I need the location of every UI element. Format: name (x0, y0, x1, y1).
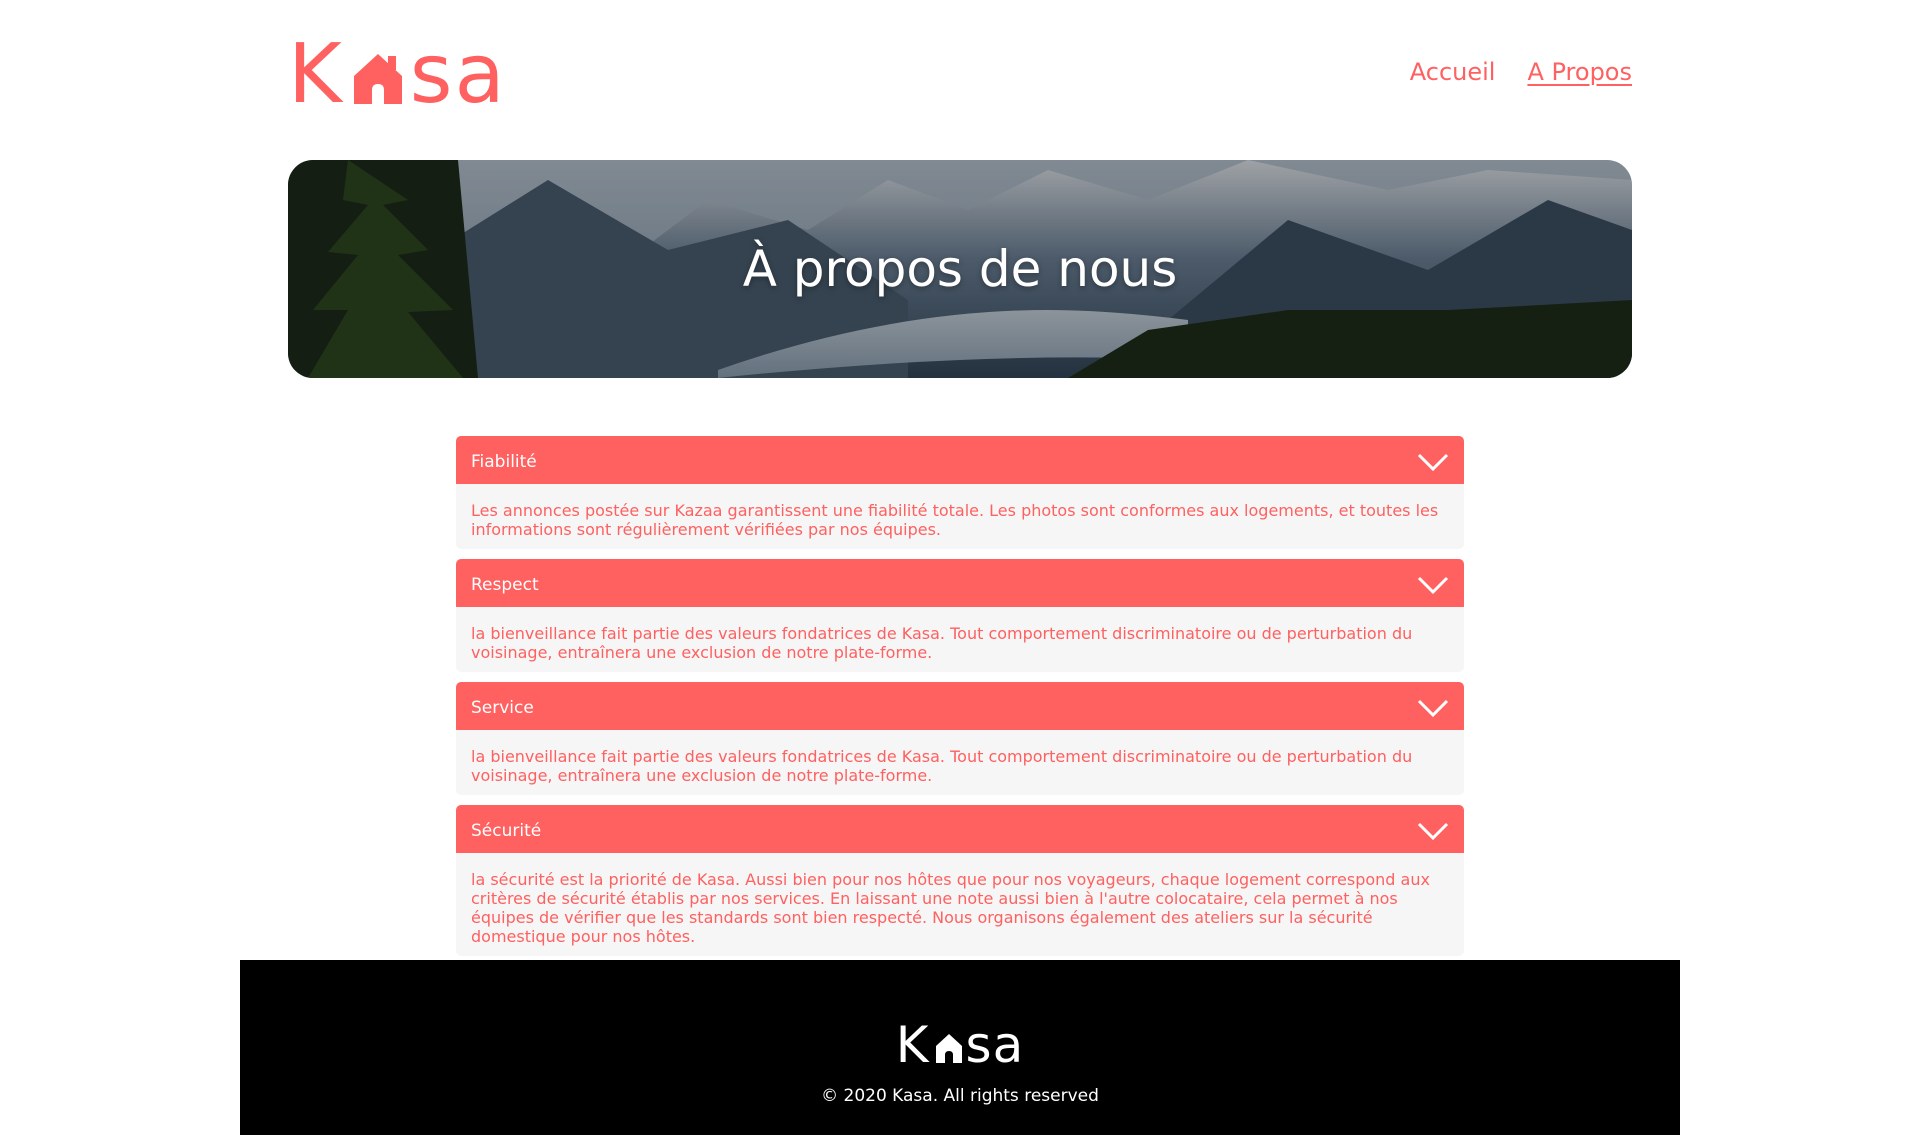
chevron-down-icon[interactable] (1417, 575, 1449, 595)
collapse-service: Service la bienveillance fait partie des… (456, 682, 1464, 795)
about-banner: À propos de nous (288, 160, 1632, 378)
logo-letter-k: K (288, 27, 344, 122)
collapse-securite: Sécurité la sécurité est la priorité de … (456, 805, 1464, 956)
collapse-content: la bienveillance fait partie des valeurs… (456, 730, 1464, 795)
house-icon (935, 1034, 962, 1063)
header: K sa Accueil A Propos (288, 27, 1632, 122)
house-icon (353, 54, 402, 104)
collapse-title: Sécurité (471, 821, 542, 841)
footer-logo: K sa (240, 1016, 1680, 1074)
collapse-header[interactable]: Fiabilité (456, 436, 1464, 488)
footer-logo-letter-k: K (895, 1016, 930, 1074)
collapse-content: la bienveillance fait partie des valeurs… (456, 607, 1464, 672)
footer-logo-letters-sa: sa (965, 1016, 1025, 1074)
kasa-logo[interactable]: K sa (288, 27, 507, 122)
main-nav: Accueil A Propos (1410, 58, 1632, 86)
chevron-down-icon[interactable] (1417, 452, 1449, 472)
collapse-respect: Respect la bienveillance fait partie des… (456, 559, 1464, 672)
collapse-title: Respect (471, 575, 539, 595)
collapse-content: Les annonces postée sur Kazaa garantisse… (456, 484, 1464, 549)
collapse-fiabilite: Fiabilité Les annonces postée sur Kazaa … (456, 436, 1464, 549)
collapse-title: Service (471, 698, 534, 718)
collapse-header[interactable]: Respect (456, 559, 1464, 611)
collapse-header[interactable]: Sécurité (456, 805, 1464, 857)
nav-link-about[interactable]: A Propos (1527, 58, 1632, 86)
chevron-down-icon[interactable] (1417, 698, 1449, 718)
chevron-down-icon[interactable] (1417, 821, 1449, 841)
values-accordion: Fiabilité Les annonces postée sur Kazaa … (456, 436, 1464, 966)
collapse-content: la sécurité est la priorité de Kasa. Aus… (456, 853, 1464, 956)
collapse-title: Fiabilité (471, 452, 537, 472)
logo-letters-sa: sa (409, 27, 507, 122)
collapse-header[interactable]: Service (456, 682, 1464, 734)
copyright-text: © 2020 Kasa. All rights reserved (821, 1086, 1099, 1106)
nav-link-home[interactable]: Accueil (1410, 58, 1496, 86)
banner-title: À propos de nous (742, 240, 1178, 298)
footer: K sa © 2020 Kasa. All rights reserved (240, 960, 1680, 1135)
